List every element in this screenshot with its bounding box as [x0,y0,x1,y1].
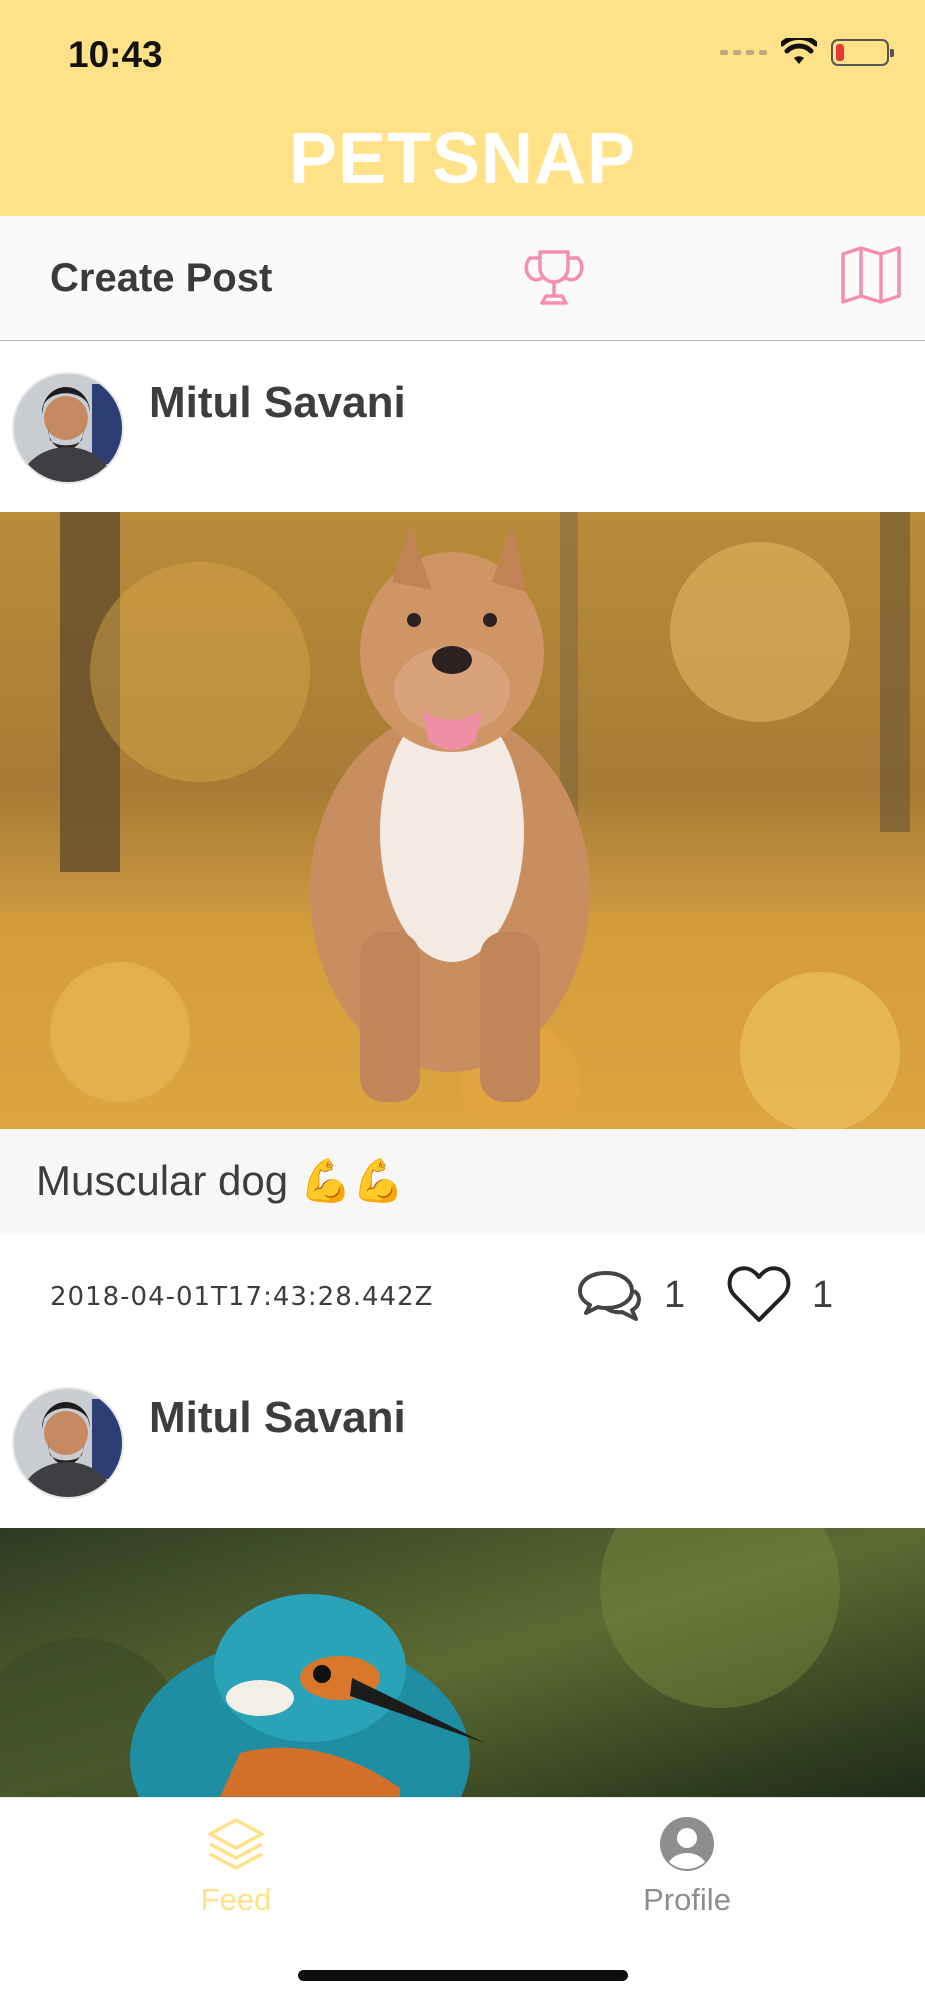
tab-profile-label: Profile [643,1882,731,1917]
comment-icon[interactable] [576,1267,642,1323]
post-header: Mitul Savani [0,342,925,512]
tab-profile[interactable]: Profile [587,1814,787,1918]
map-icon[interactable] [840,244,902,306]
post-header: Mitul Savani [0,1357,925,1527]
avatar[interactable] [12,1387,124,1499]
app-header: 10:43 PETSNAP [0,0,925,216]
post-caption-bar: Muscular dog 💪💪 [0,1129,925,1234]
create-post-button[interactable]: Create Post [50,256,272,301]
post-meta-bar: 2018-04-01T17:43:28.442Z 1 1 [0,1234,925,1359]
trophy-icon[interactable] [522,246,586,310]
comment-count: 1 [664,1274,686,1316]
feed-toolbar: Create Post [0,216,925,341]
post-image[interactable] [0,1528,925,1797]
heart-icon[interactable] [726,1264,792,1324]
post-author-name[interactable]: Mitul Savani [149,1393,406,1443]
battery-icon [831,38,894,66]
post-image[interactable] [0,512,925,1129]
post-author-name[interactable]: Mitul Savani [149,378,406,428]
status-icons [720,38,894,66]
tab-feed[interactable]: Feed [136,1814,336,1918]
cellular-signal-icon [720,49,767,55]
layers-icon [208,1818,264,1870]
user-icon [660,1817,714,1871]
home-indicator[interactable] [298,1970,628,1981]
avatar[interactable] [12,372,124,484]
status-time: 10:43 [68,34,163,75]
post-timestamp: 2018-04-01T17:43:28.442Z [50,1282,434,1312]
like-count: 1 [812,1274,834,1316]
tab-feed-label: Feed [200,1882,272,1917]
post-caption: Muscular dog 💪💪 [36,1157,405,1204]
app-title: PETSNAP [288,119,637,199]
wifi-icon [781,38,817,64]
